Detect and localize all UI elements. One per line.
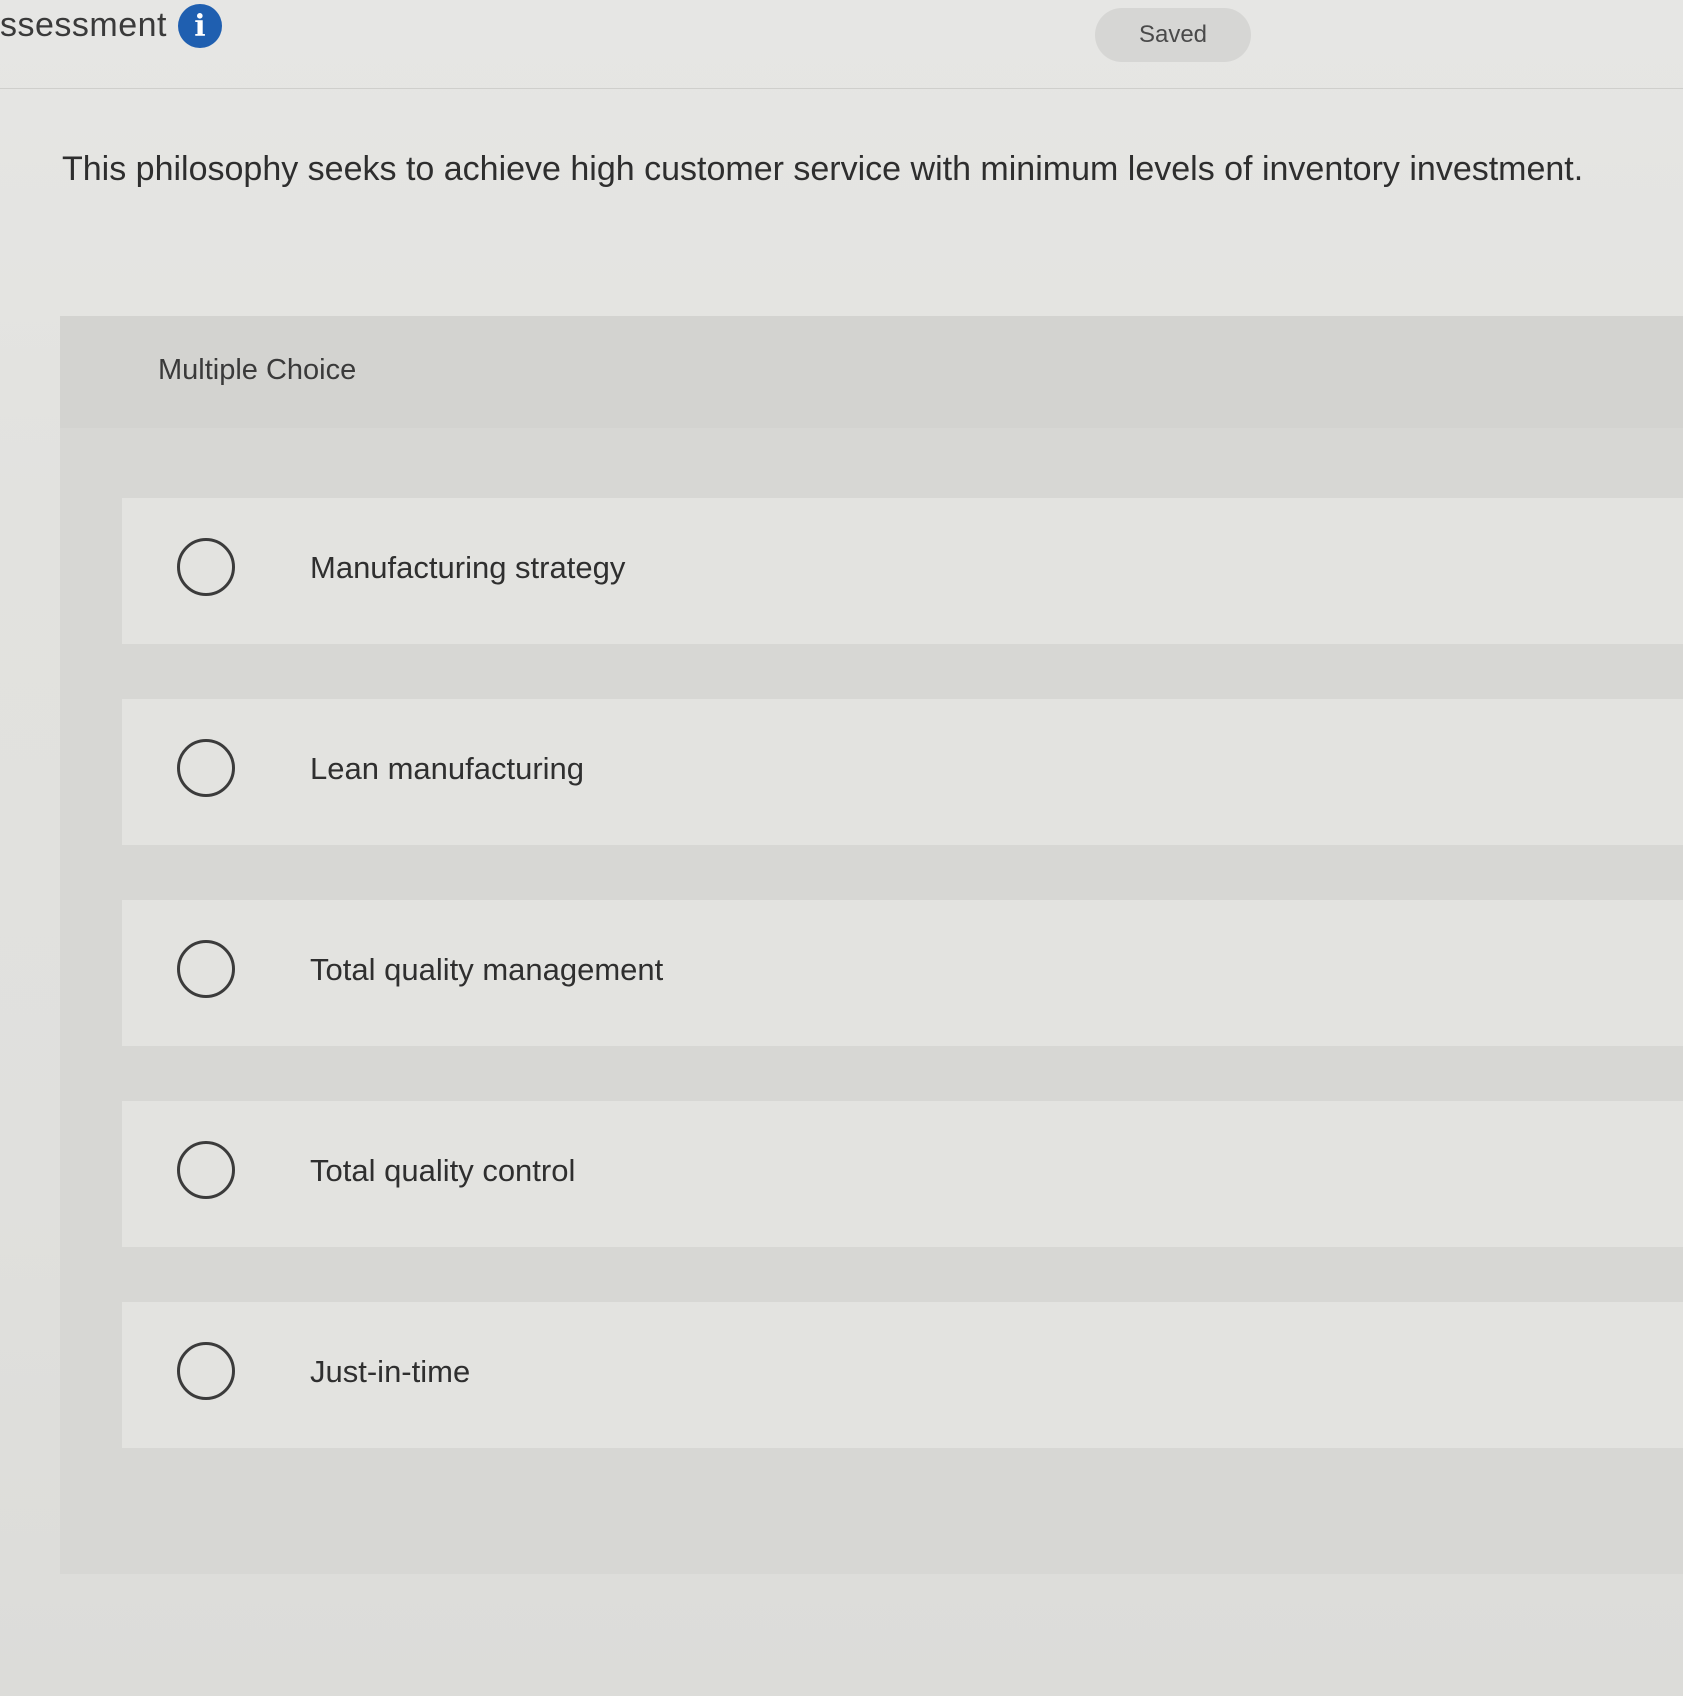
radio-button[interactable] <box>177 1141 235 1199</box>
info-icon[interactable]: i <box>178 4 222 48</box>
answer-options: Manufacturing strategy Lean manufacturin… <box>122 498 1683 1503</box>
answer-option-manufacturing-strategy[interactable]: Manufacturing strategy <box>122 498 1683 644</box>
question-prompt: This philosophy seeks to achieve high cu… <box>62 150 1584 188</box>
answer-option-label: Total quality control <box>310 1153 576 1188</box>
answer-option-label: Total quality management <box>310 952 664 987</box>
assessment-page: ssessment i Saved This philosophy seeks … <box>0 0 1683 1696</box>
answer-option-total-quality-control[interactable]: Total quality control <box>122 1101 1683 1247</box>
answer-option-total-quality-management[interactable]: Total quality management <box>122 900 1683 1046</box>
saved-status-badge: Saved <box>1095 8 1251 62</box>
header-bar: ssessment i Saved <box>0 0 1683 89</box>
multiple-choice-header: Multiple Choice <box>60 316 1683 428</box>
question-type-label: Multiple Choice <box>158 354 357 386</box>
page-title: ssessment <box>0 6 167 44</box>
answer-option-label: Just-in-time <box>310 1354 471 1389</box>
radio-button[interactable] <box>177 739 235 797</box>
answer-option-label: Manufacturing strategy <box>310 550 626 585</box>
answer-option-lean-manufacturing[interactable]: Lean manufacturing <box>122 699 1683 845</box>
multiple-choice-panel: Multiple Choice Manufacturing strategy L… <box>60 316 1683 1574</box>
radio-button[interactable] <box>177 940 235 998</box>
answer-option-just-in-time[interactable]: Just-in-time <box>122 1302 1683 1448</box>
radio-button[interactable] <box>177 538 235 596</box>
radio-button[interactable] <box>177 1342 235 1400</box>
answer-option-label: Lean manufacturing <box>310 751 585 786</box>
